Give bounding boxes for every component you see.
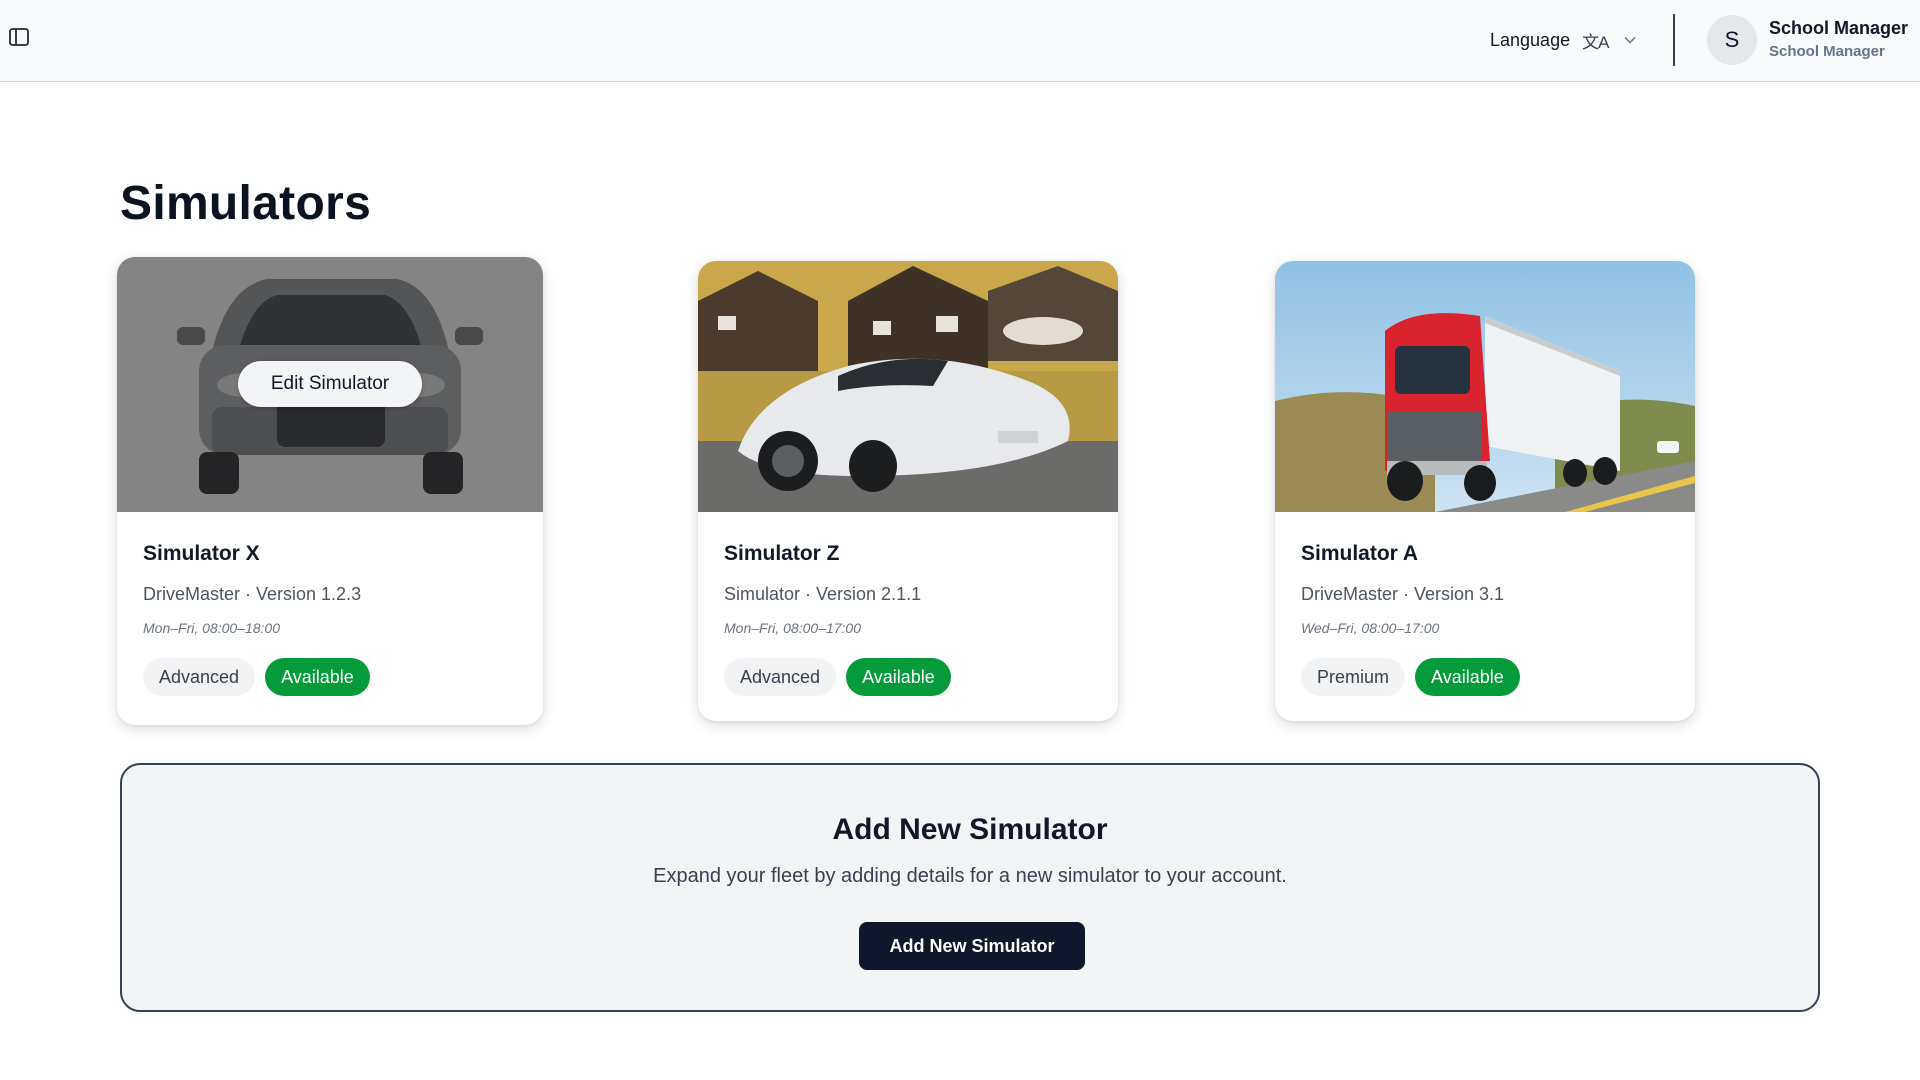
sidebar-toggle-icon[interactable] [8,26,30,48]
card-hours: Mon–Fri, 08:00–17:00 [724,620,861,636]
add-new-simulator-button[interactable]: Add New Simulator [859,922,1085,970]
language-selector[interactable]: Language 文A [1490,26,1636,54]
card-badges: Advanced Available [724,658,951,696]
card-title: Simulator Z [724,542,840,565]
simulator-image [1275,261,1695,512]
simulator-card[interactable]: Edit Simulator Simulator X DriveMaster ·… [117,257,543,725]
page-title: Simulators [120,177,372,230]
status-badge: Available [265,658,370,696]
card-title: Simulator A [1301,542,1419,565]
add-simulator-panel: Add New Simulator Expand your fleet by a… [120,763,1820,1012]
language-label: Language [1490,29,1571,50]
card-subtitle: Simulator · Version 2.1.1 [724,584,922,604]
level-badge: Advanced [143,658,256,696]
card-subtitle: DriveMaster · Version 1.2.3 [143,584,362,604]
top-bar: Language 文A S School Manager School Mana… [0,0,1920,82]
header-divider [1673,14,1675,66]
add-panel-description: Expand your fleet by adding details for … [653,865,1287,887]
chevron-down-icon [1624,36,1636,44]
simulator-image [698,261,1118,512]
card-badges: Advanced Available [143,658,370,696]
card-hours: Wed–Fri, 08:00–17:00 [1301,620,1440,636]
user-role: School Manager [1769,43,1885,60]
card-badges: Premium Available [1301,658,1520,696]
status-badge: Available [846,658,951,696]
level-badge: Premium [1301,658,1406,696]
simulator-card[interactable]: Simulator A DriveMaster · Version 3.1 We… [1275,261,1695,721]
status-badge: Available [1415,658,1520,696]
card-title: Simulator X [143,542,260,565]
edit-simulator-button[interactable]: Edit Simulator [238,361,422,407]
simulator-image: Edit Simulator [117,257,543,512]
simulator-card[interactable]: Simulator Z Simulator · Version 2.1.1 Mo… [698,261,1118,721]
avatar[interactable]: S [1707,15,1757,65]
translate-icon: 文A [1582,32,1609,52]
add-panel-title: Add New Simulator [832,813,1108,846]
card-hours: Mon–Fri, 08:00–18:00 [143,620,280,636]
card-subtitle: DriveMaster · Version 3.1 [1301,584,1505,604]
level-badge: Advanced [724,658,837,696]
user-name: School Manager [1769,18,1909,38]
